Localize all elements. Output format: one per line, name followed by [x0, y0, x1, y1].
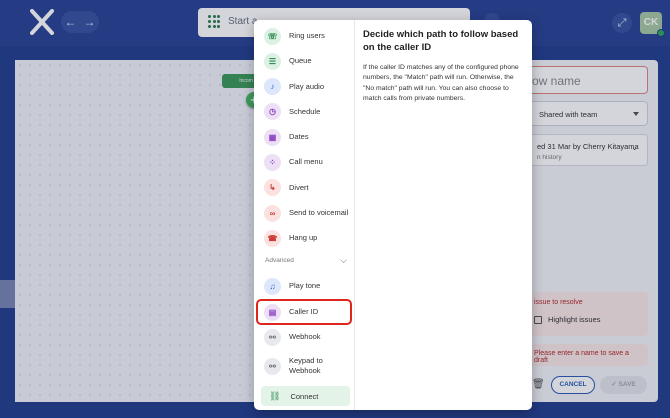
menu-item-schedule[interactable]: ◷ Schedule: [260, 101, 353, 123]
caret-down-icon: [633, 112, 639, 116]
voicemail-icon: ∞: [264, 204, 281, 222]
avatar-initials: CK: [643, 17, 659, 28]
version-history-card[interactable]: ed 31 Mar by Cherry Kitayama n history ⌄: [528, 134, 648, 166]
save-label: SAVE: [618, 381, 636, 388]
keypad-webhook-icon: ⚯: [264, 357, 281, 375]
visibility-value: Shared with team: [539, 110, 598, 119]
menu-item-label: Play tone: [289, 280, 321, 290]
menu-item-queue[interactable]: ☰ Queue: [260, 50, 353, 72]
menu-item-label: Keypad to Webhook: [289, 355, 323, 375]
menu-item-send-to-voicemail[interactable]: ∞ Send to voicemail: [260, 202, 353, 224]
menu-item-label: Send to voicemail: [289, 208, 349, 218]
chevron-up-icon: ⌵: [340, 255, 347, 265]
flow-name-input[interactable]: flow name: [515, 66, 648, 94]
play-audio-icon: ♪: [264, 78, 281, 96]
hang-up-icon: ☎: [264, 229, 281, 247]
menu-item-label: Queue: [289, 56, 312, 66]
link-icon: ⛓: [269, 390, 281, 401]
cancel-button[interactable]: CANCEL: [551, 376, 595, 394]
add-step-popover: ☏ Ring users ☰ Queue ♪ Play audio ◷ Schedule ▦ Da…: [254, 20, 532, 410]
step-type-menu: ☏ Ring users ☰ Queue ♪ Play audio ◷ Schedule ▦ Da…: [254, 20, 355, 410]
connect-button[interactable]: ⛓ Connect: [261, 386, 350, 406]
flow-canvas[interactable]: Incom: [15, 60, 270, 402]
menu-item-divert[interactable]: ↳ Divert: [260, 177, 353, 199]
highlight-issues-label: Highlight issues: [548, 315, 601, 324]
menu-item-webhook[interactable]: ⚯ Webhook: [260, 326, 353, 348]
menu-item-label: Webhook: [289, 331, 321, 341]
expand-icon[interactable]: ⤢: [612, 13, 632, 33]
save-button[interactable]: ✓ SAVE: [600, 376, 647, 394]
highlight-issues-checkbox[interactable]: Highlight issues: [534, 315, 642, 324]
trash-icon[interactable]: 🗑: [532, 379, 545, 390]
webhook-icon: ⚯: [264, 328, 281, 346]
description-body: If the caller ID matches any of the conf…: [363, 63, 519, 103]
menu-item-label: Ring users: [289, 30, 325, 40]
visibility-select[interactable]: Shared with team: [528, 101, 648, 126]
menu-item-dates[interactable]: ▦ Dates: [260, 126, 353, 148]
save-error-message: Please enter a name to save a draft: [528, 344, 648, 366]
checkbox-icon[interactable]: [534, 315, 542, 324]
advanced-label: Advanced: [265, 257, 294, 264]
forward-arrow-icon[interactable]: →: [84, 15, 96, 29]
online-status-dot: [657, 29, 665, 37]
left-edge-tab: [0, 280, 15, 308]
menu-item-call-menu[interactable]: ⁘ Call menu: [260, 152, 353, 174]
back-arrow-icon[interactable]: ←: [65, 15, 77, 29]
clock-icon: ◷: [264, 103, 281, 121]
history-nav: ← →: [61, 11, 99, 33]
menu-item-ring-users[interactable]: ☏ Ring users: [260, 25, 353, 47]
ring-users-icon: ☏: [264, 27, 281, 45]
issues-panel: issue to resolve Highlight issues: [528, 292, 648, 336]
menu-item-play-tone[interactable]: ♫ Play tone: [260, 275, 353, 297]
advanced-section-toggle[interactable]: Advanced ⌵: [265, 255, 349, 269]
menu-item-label: Hang up: [289, 233, 318, 243]
description-title: Decide which path to follow based on the…: [363, 29, 519, 54]
menu-item-label: Call menu: [289, 157, 323, 167]
last-edited-text: ed 31 Mar by Cherry Kitayama: [537, 142, 639, 151]
connect-label: Connect: [290, 391, 319, 401]
dialpad-icon: ⁘: [264, 154, 281, 171]
menu-item-label: Schedule: [289, 106, 321, 116]
step-description: Decide which path to follow based on the…: [363, 28, 525, 105]
queue-icon: ☰: [264, 52, 281, 70]
user-avatar[interactable]: CK: [640, 12, 665, 37]
caller-id-highlight: [256, 299, 352, 325]
app-logo: [30, 9, 54, 35]
issue-count-text: issue to resolve: [534, 299, 583, 306]
menu-item-label: Dates: [289, 132, 309, 142]
calendar-icon: ▦: [264, 128, 281, 146]
dialpad-icon: [208, 15, 220, 29]
menu-item-play-audio[interactable]: ♪ Play audio: [260, 76, 353, 98]
view-history-link[interactable]: n history: [537, 154, 639, 161]
divert-icon: ↳: [264, 179, 281, 197]
menu-item-hang-up[interactable]: ☎ Hang up: [260, 227, 353, 249]
chevron-down-icon[interactable]: ⌄: [631, 143, 638, 152]
menu-item-label: Play audio: [289, 81, 325, 91]
menu-item-label: Divert: [289, 182, 309, 192]
play-tone-icon: ♫: [264, 277, 281, 295]
menu-item-keypad-to-webhook[interactable]: ⚯ Keypad to Webhook: [260, 353, 353, 379]
